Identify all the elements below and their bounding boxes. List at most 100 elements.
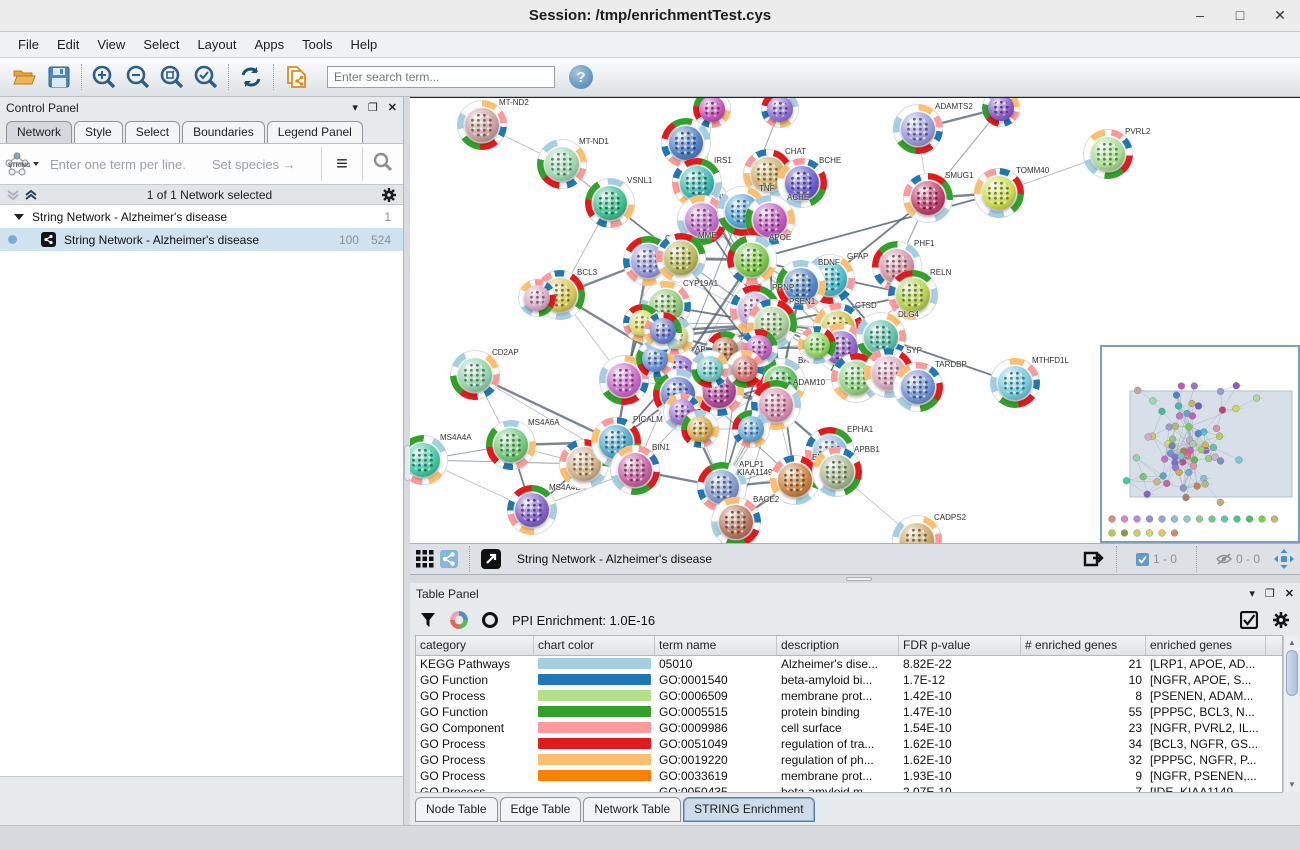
tab-network-table[interactable]: Network Table [583,797,681,822]
menu-apps[interactable]: Apps [247,34,293,55]
column-header-enriched-genes[interactable]: # enriched genes [1021,636,1146,655]
column-header-enriched-genes[interactable]: enriched genes [1146,636,1266,655]
cell: GO Process [416,688,534,704]
hidden-eye-icon[interactable] [1216,553,1232,565]
menu-tools[interactable]: Tools [294,34,340,55]
tab-string-enrichment[interactable]: STRING Enrichment [683,797,814,822]
table-row[interactable]: GO ProcessGO:0033619membrane prot...1.93… [416,768,1282,784]
column-header-term-name[interactable]: term name [655,636,777,655]
cell: regulation of tra... [777,736,899,752]
menu-layout[interactable]: Layout [189,34,244,55]
network-navigator[interactable] [1100,345,1300,543]
table-row[interactable]: GO FunctionGO:0001540beta-amyloid bi...1… [416,672,1282,688]
cell: [NGFR, PSENEN,... [1146,768,1266,784]
birds-eye-toggle-icon[interactable] [1274,549,1294,569]
donut-chart-icon[interactable] [450,611,468,629]
minimize-button[interactable]: – [1180,0,1220,32]
grid-view-icon[interactable] [416,550,434,568]
tab-select[interactable]: Select [125,121,180,143]
ring-chart-icon[interactable] [482,612,498,628]
tab-network[interactable]: Network [6,121,72,143]
chart-color-chip [538,658,651,669]
select-columns-icon[interactable] [1240,611,1258,629]
menu-select[interactable]: Select [135,34,187,55]
menu-view[interactable]: View [89,34,133,55]
selected-checkbox-icon[interactable] [1136,553,1149,566]
cell: 21 [1021,656,1146,672]
menu-edit[interactable]: Edit [49,34,87,55]
float-panel-icon[interactable]: ❐ [1265,589,1275,600]
tab-legend-panel[interactable]: Legend Panel [267,121,363,143]
network-options-gear-icon[interactable] [381,187,397,203]
network-row[interactable]: String Network - Alzheimer's disease 100… [0,228,403,251]
close-panel-icon[interactable]: ✕ [388,103,397,114]
network-collection-row[interactable]: String Network - Alzheimer's disease 1 [0,205,403,228]
filter-icon[interactable] [420,612,436,628]
expand-all-icon[interactable] [24,189,38,201]
main-toolbar: ? [0,58,1300,97]
search-input[interactable] [327,66,555,88]
node-label: APBB1 [854,445,880,454]
scroll-up-arrow[interactable]: ▲ [1286,637,1298,649]
panel-menu-icon[interactable]: ▾ [352,103,358,114]
open-in-browser-icon[interactable] [481,549,501,569]
zoom-selected-icon[interactable] [189,62,223,92]
collapse-all-icon[interactable] [6,189,20,201]
table-row[interactable]: GO ProcessGO:0019220regulation of ph...1… [416,752,1282,768]
table-row[interactable]: GO ComponentGO:0009986cell surface1.54E-… [416,720,1282,736]
table-row[interactable]: GO ProcessGO:0051049regulation of tra...… [416,736,1282,752]
string-options-icon[interactable]: ≡ [322,153,362,176]
zoom-out-icon[interactable] [121,62,155,92]
menu-file[interactable]: File [10,34,47,55]
menu-help[interactable]: Help [343,34,386,55]
zoom-fit-icon[interactable] [155,62,189,92]
cell: GO Component [416,720,534,736]
string-query-placeholder[interactable]: Enter one term per line. [50,157,186,172]
collection-expand-icon[interactable] [14,214,24,220]
close-panel-icon[interactable]: ✕ [1285,589,1294,600]
string-logo-icon[interactable]: STRING [0,151,44,177]
table-row[interactable]: KEGG Pathways05010Alzheimer's dise...8.8… [416,656,1282,672]
scroll-down-arrow[interactable]: ▼ [1286,779,1298,791]
string-search-icon[interactable] [363,152,403,177]
string-share-icon[interactable] [440,550,458,568]
settings-gear-icon[interactable] [1272,611,1290,629]
cell: GO:0019220 [655,752,777,768]
scrollbar-thumb[interactable] [1286,650,1298,696]
control-panel: Control Panel ▾ ❐ ✕ NetworkStyleSelectBo… [0,97,404,825]
node-label: BACE2 [753,495,779,504]
table-row[interactable]: GO ProcessGO:0050435beta-amyloid m...2.0… [416,784,1282,793]
column-header-chart-color[interactable]: chart color [534,636,655,655]
panel-menu-icon[interactable]: ▾ [1249,589,1255,600]
tab-node-table[interactable]: Node Table [415,797,498,822]
close-button[interactable]: ✕ [1260,0,1300,32]
zoom-in-icon[interactable] [87,62,121,92]
maximize-button[interactable]: □ [1220,0,1260,32]
copy-network-icon[interactable] [279,62,313,92]
float-panel-icon[interactable]: ❐ [368,103,378,114]
chart-color-chip [538,690,651,701]
cell-chart-color [534,656,655,672]
save-session-button[interactable] [42,62,76,92]
network-edge-count: 524 [371,233,391,247]
help-icon[interactable]: ? [569,65,593,89]
table-vertical-scrollbar[interactable]: ▲ ▼ [1283,636,1299,792]
column-header-description[interactable]: description [777,636,899,655]
node-label: DLG4 [898,310,919,319]
table-row[interactable]: GO ProcessGO:0006509membrane prot...1.42… [416,688,1282,704]
tab-edge-table[interactable]: Edge Table [500,797,582,822]
network-canvas[interactable]: MT-ND2MT-ND1VSNL1GAB2IRS1CHATBCHEIL1BTNF… [410,97,1300,543]
cell: 1.93E-10 [899,768,1021,784]
chart-color-chip [538,770,651,781]
tab-style[interactable]: Style [74,121,123,143]
export-network-icon[interactable] [1083,549,1105,569]
table-row[interactable]: GO FunctionGO:0005515protein binding1.47… [416,704,1282,720]
column-header-fdr-p-value[interactable]: FDR p-value [899,636,1021,655]
horizontal-splitter[interactable] [410,575,1300,583]
tab-boundaries[interactable]: Boundaries [182,121,265,143]
open-session-button[interactable] [8,62,42,92]
refresh-icon[interactable] [234,62,268,92]
species-hint[interactable]: Set species → [212,157,296,172]
node-label: SYP [906,346,922,355]
column-header-category[interactable]: category [416,636,534,655]
